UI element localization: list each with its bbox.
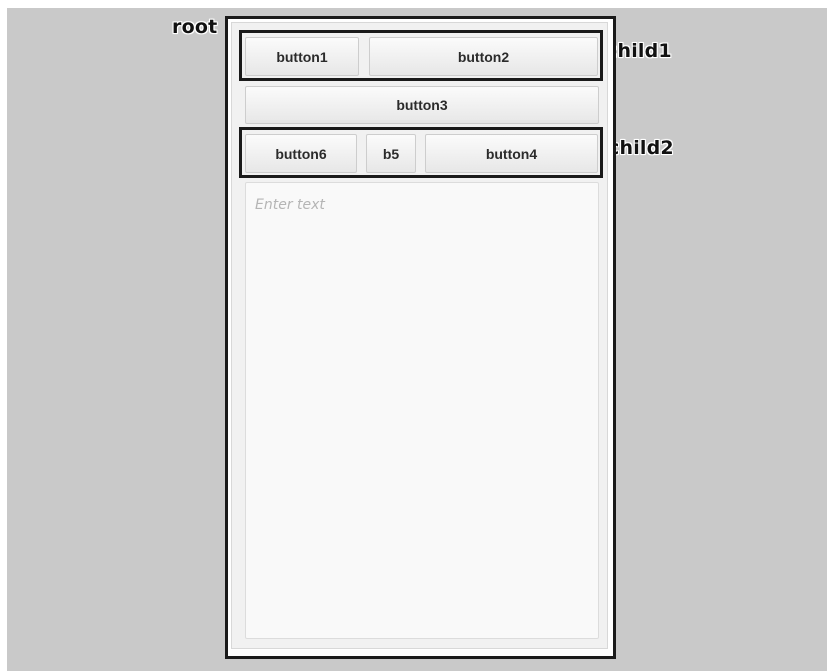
enter-text-placeholder: Enter text	[255, 197, 325, 213]
enter-text-field[interactable]: Enter text	[245, 182, 599, 639]
child2-label: child2	[608, 137, 674, 159]
child1-layout-outline	[239, 30, 603, 81]
button3[interactable]: button3	[245, 86, 599, 124]
child2-layout-outline	[239, 127, 603, 178]
root-label: root	[172, 16, 218, 38]
